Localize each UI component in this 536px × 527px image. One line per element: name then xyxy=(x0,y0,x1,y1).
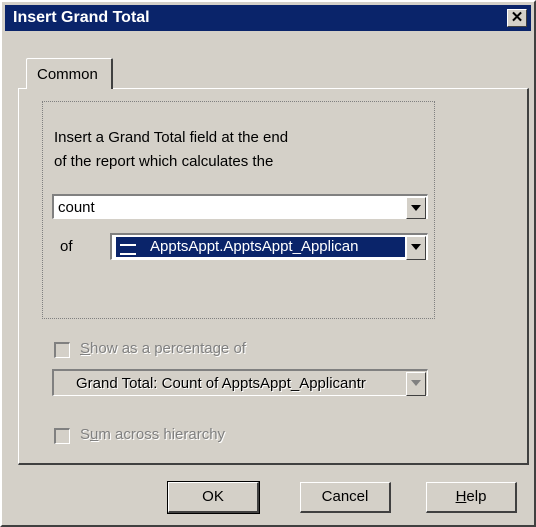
description-line-1: Insert a Grand Total field at the end xyxy=(54,129,289,146)
chevron-down-icon[interactable] xyxy=(406,197,426,219)
window-title: Insert Grand Total xyxy=(13,9,150,26)
tab-common[interactable]: Common xyxy=(26,58,113,89)
tab-common-label: Common xyxy=(37,66,98,83)
close-icon: ✕ xyxy=(510,9,524,26)
insert-grand-total-dialog: Insert Grand Total ✕ Common Insert a Gra… xyxy=(0,0,536,527)
show-percentage-label: Show as a percentage of xyxy=(80,340,246,357)
description-line-2: of the report which calculates the xyxy=(54,153,274,170)
function-dropdown-value: count xyxy=(58,199,95,216)
field-dropdown-value: ApptsAppt.ApptsAppt_Applican xyxy=(150,238,359,255)
of-label: of xyxy=(60,238,73,255)
chevron-down-icon[interactable] xyxy=(406,236,426,260)
percentage-dropdown-value: Grand Total: Count of ApptsAppt_Applican… xyxy=(76,375,366,392)
title-bar: Insert Grand Total ✕ xyxy=(5,5,531,31)
percentage-dropdown[interactable]: Grand Total: Count of ApptsAppt_Applican… xyxy=(52,369,428,396)
chevron-down-icon[interactable] xyxy=(406,372,426,396)
cancel-button[interactable]: Cancel xyxy=(300,482,391,513)
sum-hierarchy-label: Sum across hierarchy xyxy=(80,426,226,443)
sum-hierarchy-checkbox[interactable] xyxy=(54,428,70,444)
show-percentage-checkbox[interactable] xyxy=(54,342,70,358)
ok-button[interactable]: OK xyxy=(167,481,260,514)
close-button[interactable]: ✕ xyxy=(507,9,527,27)
field-dropdown-selection: ApptsAppt.ApptsAppt_Applican xyxy=(116,237,405,257)
description-text: Insert a Grand Total field at the end of… xyxy=(54,126,288,174)
help-button[interactable]: Help xyxy=(426,482,517,513)
function-dropdown[interactable]: count xyxy=(52,194,428,219)
field-icon xyxy=(120,244,136,255)
field-dropdown[interactable]: ApptsAppt.ApptsAppt_Applican xyxy=(110,233,428,260)
